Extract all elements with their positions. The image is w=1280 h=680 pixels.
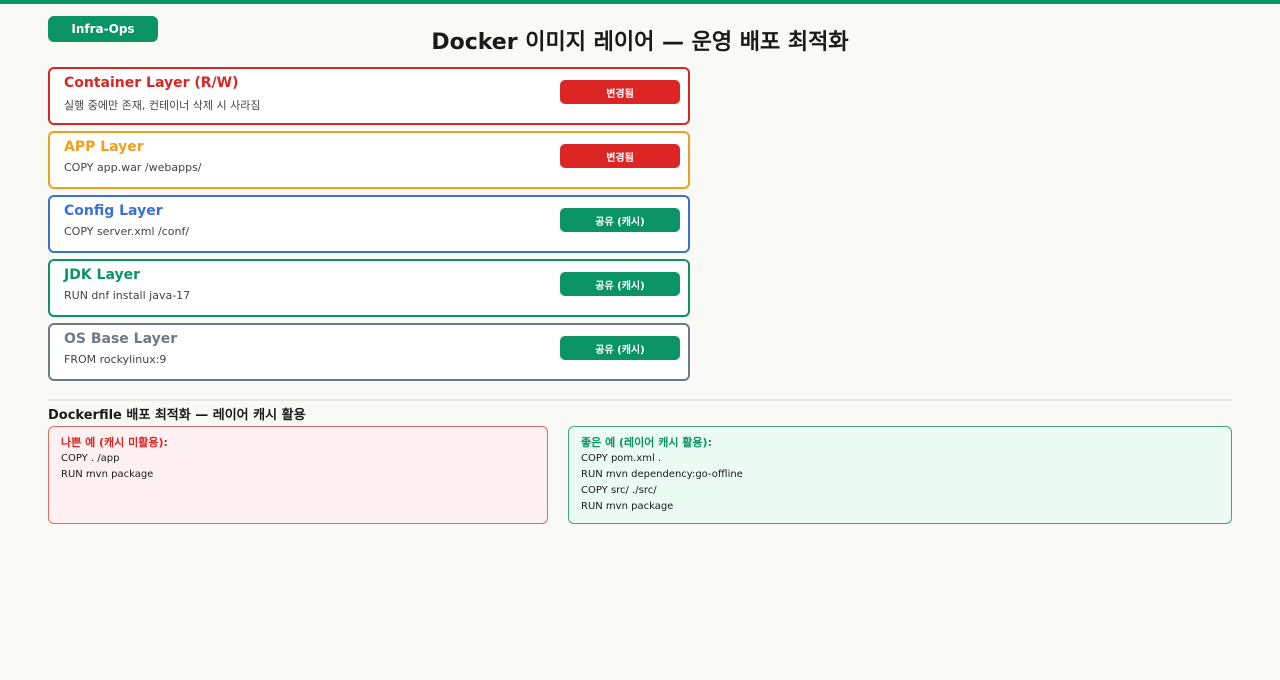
good-example-box: 좋은 예 (레이어 캐시 활용): COPY pom.xml . RUN mvn… [568, 426, 1232, 524]
section-title: Dockerfile 배포 최적화 — 레이어 캐시 활용 [48, 408, 306, 423]
layer-status-badge: 변경됨 [560, 80, 680, 104]
bad-example-box: 나쁜 예 (캐시 미활용): COPY . /app RUN mvn packa… [48, 426, 548, 524]
layer-name: Container Layer (R/W) [64, 75, 239, 91]
layer-desc: FROM rockylinux:9 [64, 353, 167, 366]
layer-desc: RUN dnf install java-17 [64, 289, 191, 302]
layer-name: JDK Layer [64, 267, 141, 283]
layer-name: APP Layer [64, 139, 144, 155]
layer-desc: COPY app.war /webapps/ [64, 161, 202, 174]
layer-name: Config Layer [64, 203, 163, 219]
layer-config: Config Layer COPY server.xml /conf/ 공유 (… [48, 195, 690, 253]
layer-app: APP Layer COPY app.war /webapps/ 변경됨 [48, 131, 690, 189]
layer-status-badge: 변경됨 [560, 144, 680, 168]
layer-status-badge: 공유 (캐시) [560, 336, 680, 360]
code-line: RUN mvn package [61, 469, 154, 480]
code-line: COPY src/ ./src/ [581, 485, 657, 496]
layer-desc: 실행 중에만 존재, 컨테이너 삭제 시 사라짐 [64, 99, 261, 112]
code-line: COPY pom.xml . [581, 453, 662, 464]
top-accent-bar [0, 0, 1280, 4]
layer-status-badge: 공유 (캐시) [560, 272, 680, 296]
layer-os-base: OS Base Layer FROM rockylinux:9 공유 (캐시) [48, 323, 690, 381]
section-divider [48, 399, 1232, 401]
layer-desc: COPY server.xml /conf/ [64, 225, 190, 238]
code-line: RUN mvn package [581, 501, 674, 512]
bad-example-title: 나쁜 예 (캐시 미활용): [61, 436, 168, 449]
code-line: COPY . /app [61, 453, 120, 464]
good-example-title: 좋은 예 (레이어 캐시 활용): [581, 436, 712, 449]
layer-status-badge: 공유 (캐시) [560, 208, 680, 232]
layer-name: OS Base Layer [64, 331, 178, 347]
code-line: RUN mvn dependency:go-offline [581, 469, 743, 480]
page-title: Docker 이미지 레이어 — 운영 배포 최적화 [431, 30, 849, 55]
layer-container: Container Layer (R/W) 실행 중에만 존재, 컨테이너 삭제… [48, 67, 690, 125]
layer-jdk: JDK Layer RUN dnf install java-17 공유 (캐시… [48, 259, 690, 317]
